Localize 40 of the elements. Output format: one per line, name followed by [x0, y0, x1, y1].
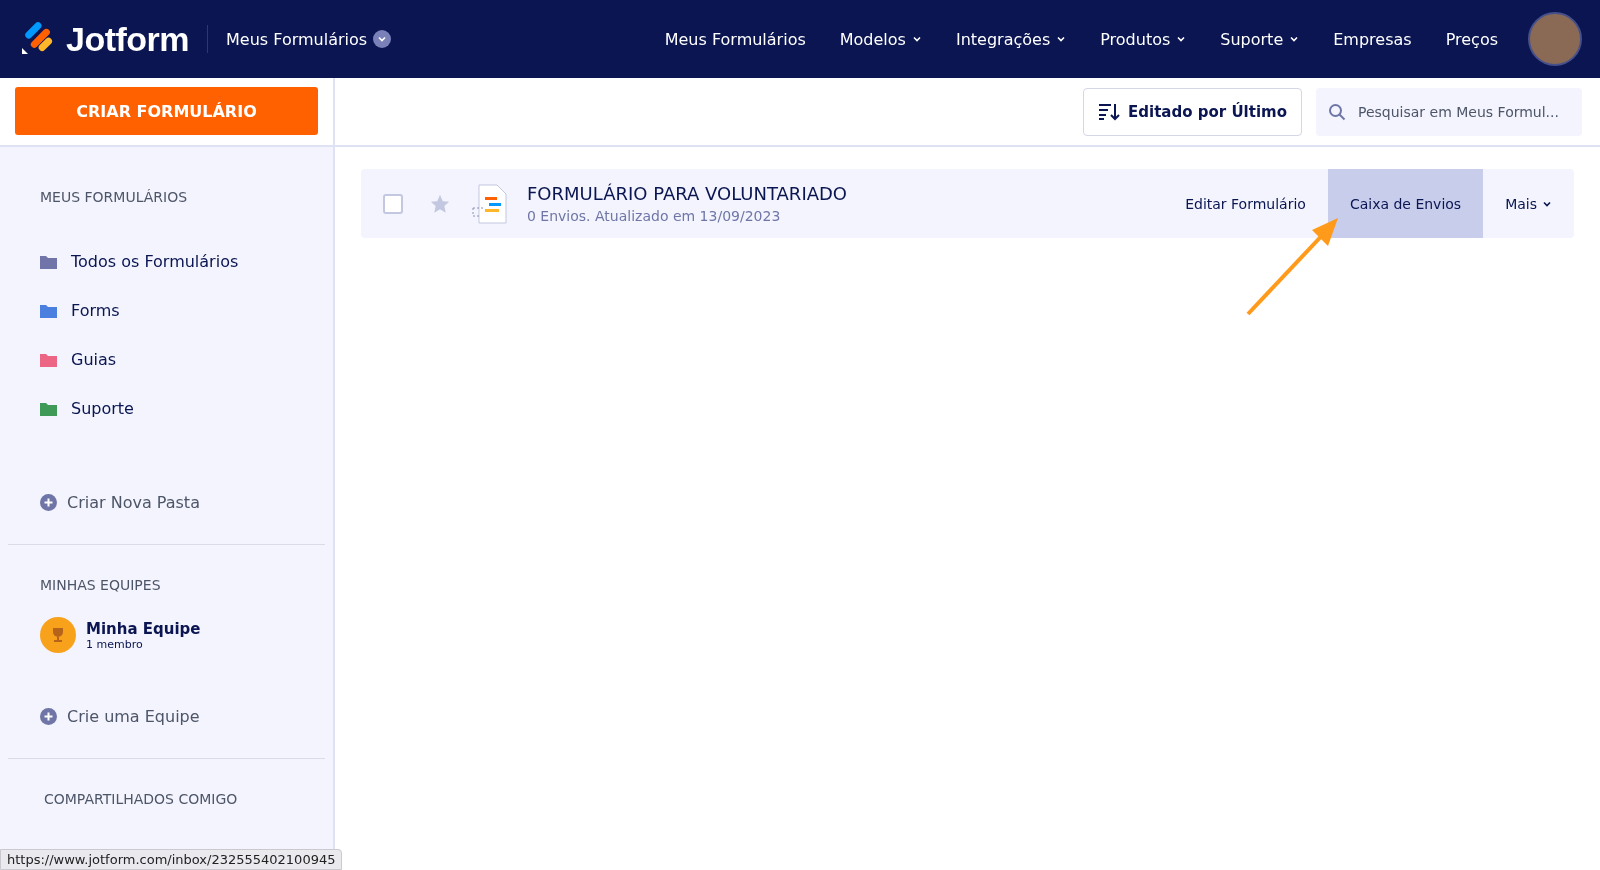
folder-link[interactable]: Forms	[0, 286, 333, 335]
form-action-button[interactable]: Mais	[1483, 169, 1574, 238]
form-title[interactable]: FORMULÁRIO PARA VOLUNTARIADO	[527, 183, 848, 204]
section-heading: MEUS FORMULÁRIOS	[39, 189, 189, 205]
folder-link[interactable]: Todos os Formulários	[0, 237, 333, 286]
status-url: https://www.jotform.com/inbox/232555402100945	[0, 849, 343, 870]
nav-link[interactable]: Modelos	[839, 29, 922, 49]
team-name: Minha Equipe	[86, 619, 201, 638]
nav-link[interactable]: Produtos	[1100, 29, 1187, 49]
search-field[interactable]: Pesquisar em Meus Formul...	[1356, 102, 1570, 121]
plus-icon	[40, 494, 57, 511]
logo-text[interactable]: Jotform	[66, 19, 190, 59]
sort-icon	[1098, 102, 1121, 121]
logo-icon	[20, 22, 54, 56]
trophy-icon	[40, 617, 76, 653]
form-row[interactable]: FORMULÁRIO PARA VOLUNTARIADO 0 Envios. Atualizado em 13/09/2023 Editar Formulário Caixa de Envios Mais	[361, 169, 1574, 238]
nav-link[interactable]: Preços	[1445, 29, 1498, 49]
form-action-button[interactable]: Editar Formulário	[1163, 169, 1328, 238]
search-icon	[1328, 102, 1346, 121]
form-document-icon	[471, 183, 509, 224]
form-action-button[interactable]: Caixa de Envios	[1327, 169, 1484, 238]
section-heading: COMPARTILHADOS COMIGO	[43, 791, 239, 807]
avatar[interactable]	[1528, 12, 1582, 66]
team-members: 1 membro	[86, 637, 144, 651]
nav-link[interactable]: Integrações	[955, 29, 1067, 49]
folder-link[interactable]: Guias	[0, 335, 333, 384]
checkbox[interactable]	[383, 193, 403, 214]
context-menu-button[interactable]: Meus Formulários	[226, 29, 392, 49]
nav-link[interactable]: Suporte	[1220, 29, 1300, 49]
create-folder-link[interactable]: Criar Nova Pasta	[0, 493, 333, 512]
team-link[interactable]: Minha Equipe 1 membro	[0, 617, 333, 653]
section-heading: MINHAS EQUIPES	[39, 577, 162, 593]
nav-link[interactable]: Empresas	[1333, 29, 1412, 49]
form-meta: 0 Envios. Atualizado em 13/09/2023	[527, 208, 782, 224]
create-team-link[interactable]: Crie uma Equipe	[0, 707, 333, 726]
search-bar[interactable]: Pesquisar em Meus Formul...	[1316, 87, 1582, 136]
sort-button[interactable]: Editado por Último	[1083, 87, 1302, 136]
plus-icon	[40, 708, 57, 725]
folder-link[interactable]: Suporte	[0, 384, 333, 433]
nav-link[interactable]: Meus Formulários	[664, 29, 806, 49]
